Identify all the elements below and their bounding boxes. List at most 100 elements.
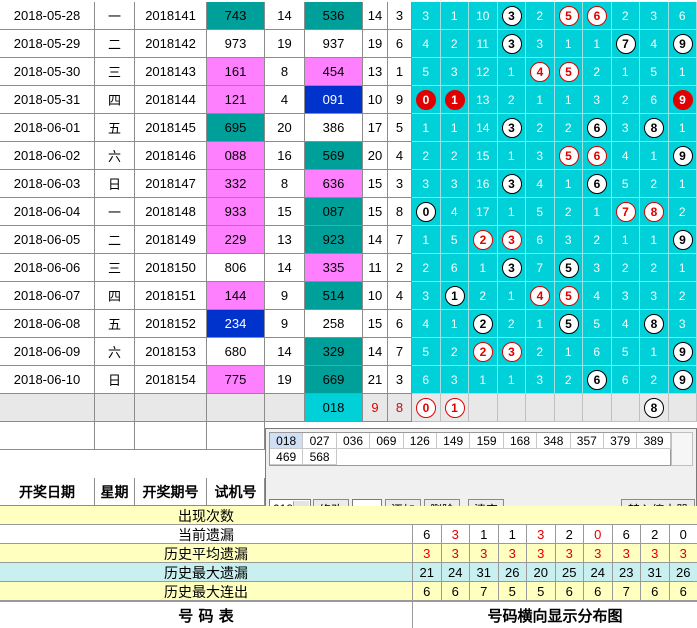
dist-ball: 3 [502, 342, 522, 362]
dist-ball: 9 [673, 34, 693, 54]
dist-cell: 1 [526, 310, 555, 338]
table-cell: 3 [388, 2, 412, 30]
table-cell: 229 [207, 226, 265, 254]
stats-value: 0 [583, 525, 612, 544]
number-item[interactable]: 036 [337, 433, 370, 449]
dist-ball: 5 [559, 286, 579, 306]
dist-cell: 5 [526, 198, 555, 226]
stats-value: 6 [640, 582, 669, 601]
dist-cell: 2 [555, 198, 584, 226]
dist-cell: 2 [669, 282, 697, 310]
table-cell: 三 [95, 254, 135, 282]
stats-value: 3 [640, 544, 669, 563]
header-date[interactable]: 开奖日期 [0, 478, 95, 506]
stats-value: 6 [441, 582, 470, 601]
table-cell: 669 [305, 366, 363, 394]
number-item[interactable]: 126 [404, 433, 437, 449]
table-cell: 日 [95, 366, 135, 394]
dist-cell: 2 [612, 2, 641, 30]
dist-cell: 1 [640, 226, 669, 254]
header-trial[interactable]: 试机号 [207, 478, 265, 506]
dist-cell: 1 [583, 30, 612, 58]
table-cell: 091 [305, 86, 363, 114]
number-list: 018027036069126149159168348357379389 4695… [269, 432, 671, 466]
dist-ball: 5 [559, 62, 579, 82]
empty-cell [207, 422, 265, 450]
stats-value: 24 [583, 563, 612, 582]
number-item[interactable]: 357 [571, 433, 604, 449]
dist-ball: 7 [616, 202, 636, 222]
stats-row: 当前遗漏6311320620 [0, 525, 697, 544]
dist-cell: 3 [441, 58, 470, 86]
table-cell: 2 [388, 254, 412, 282]
table-cell: 2018-05-28 [0, 2, 95, 30]
table-cell: 775 [207, 366, 265, 394]
dist-ball: 3 [502, 174, 522, 194]
stats-value: 5 [526, 582, 555, 601]
table-cell: 695 [207, 114, 265, 142]
stats-label: 历史最大连出 [0, 582, 412, 601]
dist-cell: 2 [441, 30, 470, 58]
table-cell: 2018150 [135, 254, 207, 282]
table-cell: 15 [363, 170, 388, 198]
table-cell: 806 [207, 254, 265, 282]
dist-cell: 4 [412, 310, 441, 338]
empty-cell [95, 422, 135, 450]
table-cell: 四 [95, 86, 135, 114]
dist-ball: 8 [644, 202, 664, 222]
dist-cell: 1 [669, 170, 697, 198]
dist-cell: 2 [526, 114, 555, 142]
table-cell: 1 [388, 58, 412, 86]
table-cell: 2018146 [135, 142, 207, 170]
table-cell: 14 [265, 2, 305, 30]
table-cell: 2018-06-09 [0, 338, 95, 366]
dist-cell: 3 [412, 170, 441, 198]
header-period[interactable]: 开奖期号 [135, 478, 207, 506]
table-cell: 514 [305, 282, 363, 310]
stats-row: 出现次数 [0, 506, 697, 525]
dist-ball: 3 [502, 34, 522, 54]
stats-value: 3 [469, 544, 498, 563]
number-item[interactable]: 348 [537, 433, 570, 449]
number-item[interactable]: 469 [270, 449, 303, 465]
table-cell: 7 [388, 338, 412, 366]
scrollbar[interactable] [671, 432, 693, 466]
table-cell: 9 [388, 86, 412, 114]
number-item[interactable]: 018 [270, 433, 303, 449]
dist-cell: 3 [526, 366, 555, 394]
dist-cell: 6 [669, 2, 697, 30]
stats-value: 6 [555, 582, 584, 601]
number-item[interactable]: 027 [303, 433, 336, 449]
stats-value: 0 [669, 525, 697, 544]
header-weekday[interactable]: 星期 [95, 478, 135, 506]
dist-cell: 2 [612, 254, 641, 282]
number-item[interactable]: 389 [637, 433, 670, 449]
table-cell: 六 [95, 142, 135, 170]
table-cell: 454 [305, 58, 363, 86]
number-item[interactable]: 159 [470, 433, 503, 449]
table-cell: 329 [305, 338, 363, 366]
dist-cell: 5 [583, 310, 612, 338]
number-item[interactable]: 149 [437, 433, 470, 449]
dist-ball: 5 [559, 314, 579, 334]
stats-value: 2 [555, 525, 584, 544]
number-item[interactable]: 168 [504, 433, 537, 449]
dist-cell: 2 [640, 170, 669, 198]
table-cell: 2018-06-01 [0, 114, 95, 142]
table-cell: 2018154 [135, 366, 207, 394]
number-item[interactable]: 568 [303, 449, 336, 465]
dist-cell: 1 [498, 198, 527, 226]
number-item[interactable]: 069 [370, 433, 403, 449]
dist-ball: 2 [473, 314, 493, 334]
number-item[interactable]: 379 [604, 433, 637, 449]
stats-value: 6 [669, 582, 697, 601]
stats-value: 3 [526, 525, 555, 544]
table-cell: 087 [305, 198, 363, 226]
table-cell: 20 [265, 114, 305, 142]
table-cell: 335 [305, 254, 363, 282]
dist-ball: 1 [445, 286, 465, 306]
table-cell: 21 [363, 366, 388, 394]
dist-cell: 2 [469, 282, 498, 310]
pending-dist-cell [583, 394, 612, 422]
dist-cell: 3 [441, 366, 470, 394]
